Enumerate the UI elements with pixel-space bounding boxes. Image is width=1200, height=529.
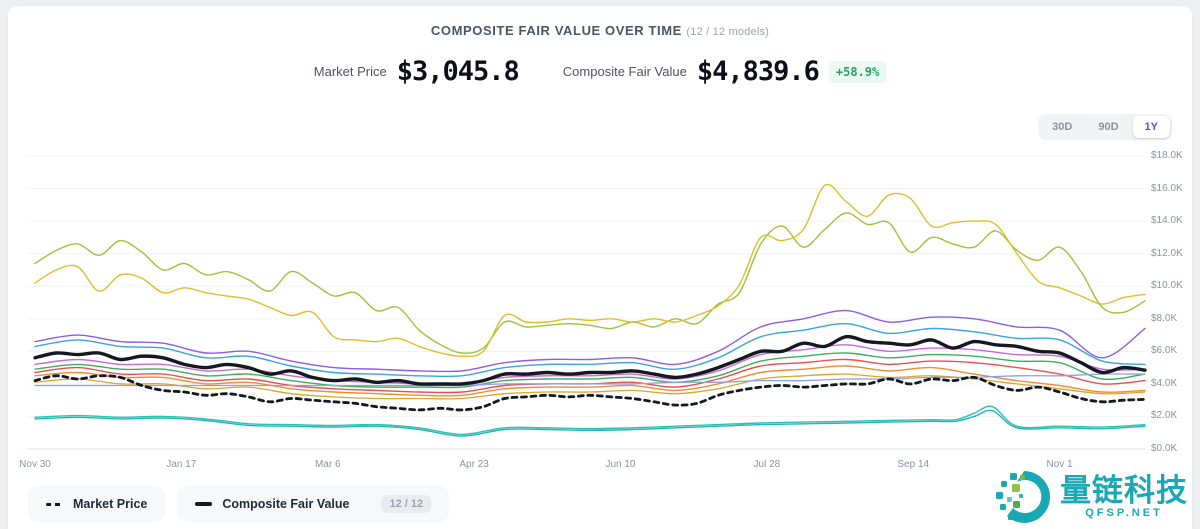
change-badge: +58.9% [829, 61, 886, 83]
qfsp-logo-icon [994, 467, 1054, 527]
y-tick-label: $2.0K [1151, 410, 1200, 421]
market-price-label: Market Price [314, 64, 387, 79]
watermark: 量链科技 QFSP.NET [994, 467, 1188, 527]
legend-item-composite-fair-value[interactable]: Composite Fair Value 12 / 12 [177, 486, 449, 522]
x-tick-label: Jul 28 [754, 459, 781, 470]
solid-line-swatch-icon [195, 502, 212, 506]
watermark-name: 量链科技 [1060, 475, 1188, 508]
fair-value-value: $4,839.6 [697, 56, 819, 87]
page-title: COMPOSITE FAIR VALUE OVER TIME (12 / 12 … [8, 22, 1192, 40]
fair-value-stat: Composite Fair Value $4,839.6 +58.9% [563, 56, 886, 87]
legend: Market Price Composite Fair Value 12 / 1… [28, 486, 449, 522]
market-price-value: $3,045.8 [397, 56, 519, 87]
y-tick-label: $6.0K [1151, 345, 1200, 356]
range-button-1y[interactable]: 1Y [1133, 116, 1170, 138]
y-tick-label: $16.0K [1151, 183, 1200, 194]
series-model-gold [35, 184, 1145, 356]
chart-title: COMPOSITE FAIR VALUE OVER TIME [431, 23, 682, 38]
x-tick-label: Sep 14 [897, 459, 929, 470]
y-tick-label: $0.0K [1151, 443, 1200, 454]
y-tick-label: $14.0K [1151, 215, 1200, 226]
chart-svg[interactable] [28, 156, 1145, 452]
y-tick-label: $18.0K [1151, 150, 1200, 161]
legend-item-market-price[interactable]: Market Price [28, 486, 165, 522]
range-button-30d[interactable]: 30D [1040, 116, 1084, 138]
dashed-line-swatch-icon [46, 503, 63, 506]
watermark-domain: QFSP.NET [1085, 507, 1163, 519]
x-tick-label: Nov 30 [19, 459, 51, 470]
x-tick-label: Jun 10 [605, 459, 635, 470]
y-tick-label: $10.0K [1151, 280, 1200, 291]
x-tick-label: Jan 17 [166, 459, 196, 470]
legend-label: Market Price [73, 497, 147, 511]
y-tick-label: $4.0K [1151, 378, 1200, 389]
x-tick-label: Mar 6 [315, 459, 341, 470]
series-model-cyan [35, 410, 1145, 436]
range-selector: 30D 90D 1Y [1038, 114, 1172, 140]
range-button-90d[interactable]: 90D [1086, 116, 1130, 138]
fair-value-label: Composite Fair Value [563, 64, 687, 79]
chart-title-models-count: (12 / 12 models) [686, 26, 769, 38]
stats-row: Market Price $3,045.8 Composite Fair Val… [8, 56, 1192, 87]
chart-plot-area[interactable]: $0.0K$2.0K$4.0K$6.0K$8.0K$10.0K$12.0K$14… [28, 156, 1145, 452]
chart-card: COMPOSITE FAIR VALUE OVER TIME (12 / 12 … [8, 6, 1192, 529]
y-tick-label: $12.0K [1151, 248, 1200, 259]
watermark-text: 量链科技 QFSP.NET [1060, 475, 1188, 520]
market-price-stat: Market Price $3,045.8 [314, 56, 519, 87]
legend-label: Composite Fair Value [222, 497, 349, 511]
models-count-badge: 12 / 12 [381, 495, 431, 513]
x-tick-label: Apr 23 [459, 459, 488, 470]
y-tick-label: $8.0K [1151, 313, 1200, 324]
